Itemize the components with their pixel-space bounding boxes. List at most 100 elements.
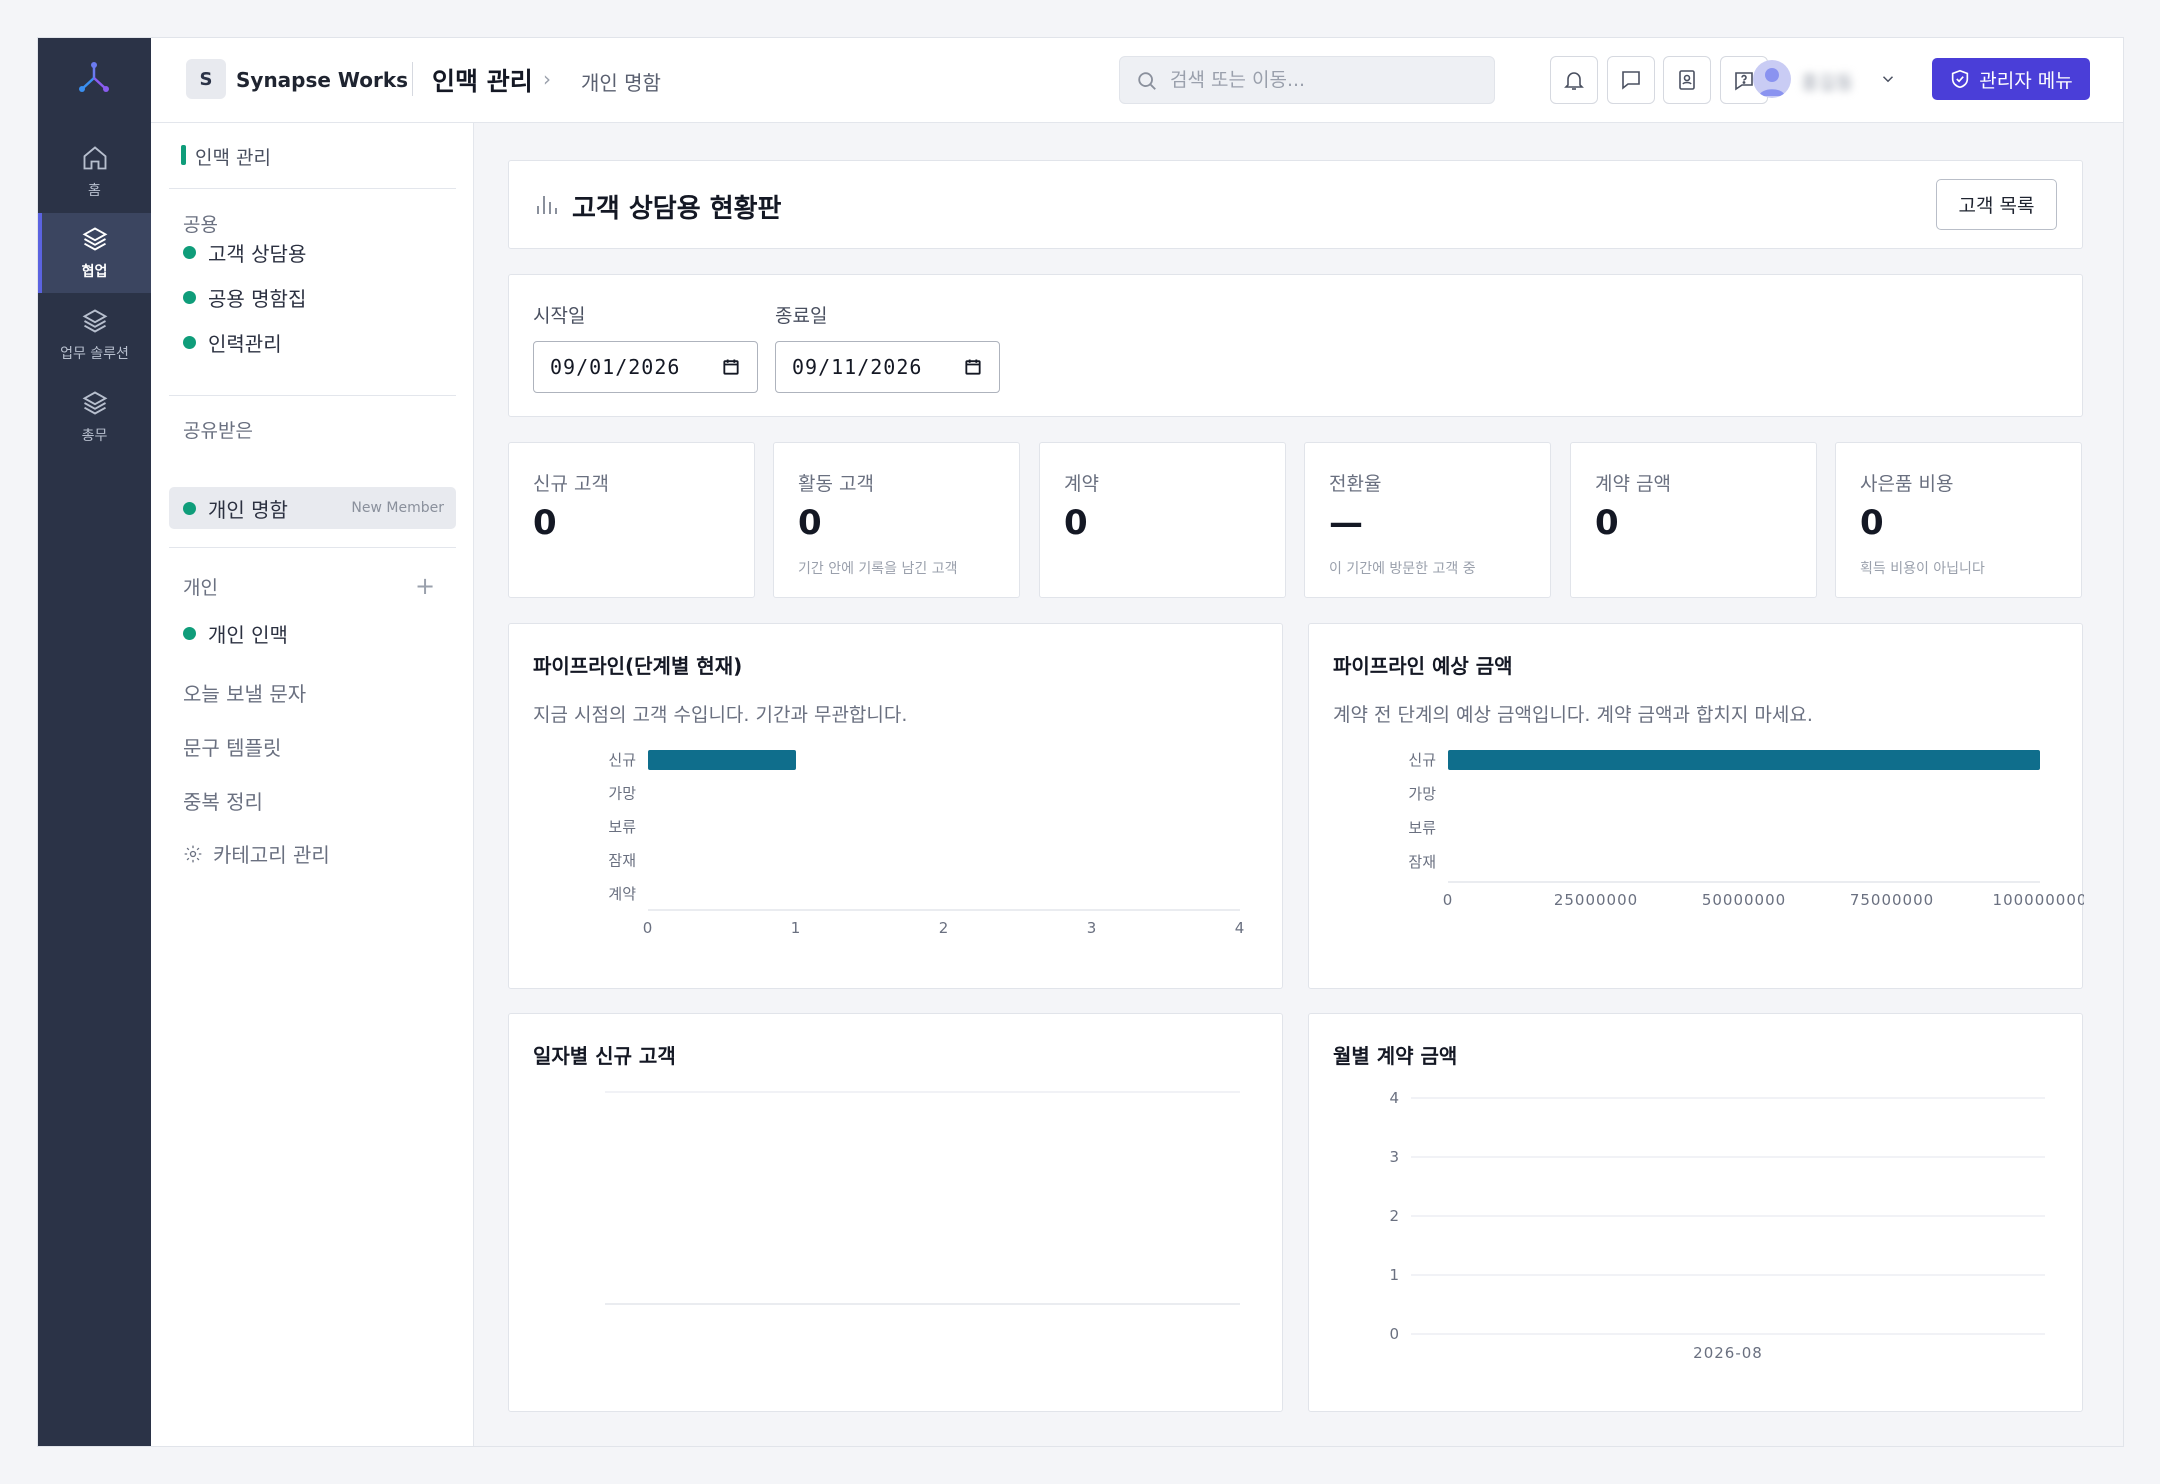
user-icon <box>1759 68 1785 96</box>
page-title: 고객 상담용 현황판 <box>572 194 782 224</box>
stat-label: 신규 고객 <box>533 473 609 495</box>
x-tick-label: 25000000 <box>1554 891 1638 909</box>
status-dot <box>183 501 196 515</box>
start-date-value: 09/01/2026 <box>550 355 681 379</box>
stat-label: 계약 금액 <box>1595 473 1671 495</box>
x-tick-label: 1 <box>791 919 802 937</box>
sidebar-link-templates[interactable]: 문구 템플릿 <box>183 732 281 761</box>
sidebar-item-personal-cards[interactable]: 개인 명함 New Member <box>169 487 456 529</box>
start-date-input[interactable]: 09/01/2026 <box>533 341 758 393</box>
stat-label: 전환율 <box>1329 473 1382 495</box>
home-icon <box>83 146 106 170</box>
customer-list-button[interactable]: 고객 목록 <box>1936 179 2057 230</box>
rail-item-label: 업무 솔루션 <box>60 346 129 362</box>
sidebar: 인맥 관리 공용 고객 상담용 공용 명함집 인력관리 공유받은 개인 명함 Ne… <box>151 123 474 1446</box>
sidebar-link-label: 카테고리 관리 <box>213 843 330 867</box>
new-member-tag: New Member <box>351 500 444 516</box>
shield-icon <box>1952 69 1969 89</box>
search-icon <box>1138 72 1156 90</box>
rail-item-label: 홈 <box>88 183 101 199</box>
sidebar-link-categories[interactable]: 카테고리 관리 <box>183 839 330 868</box>
status-dot <box>183 290 196 304</box>
sidebar-item-customer-consult[interactable]: 고객 상담용 <box>169 231 456 273</box>
stat-card-new-customers: 신규 고객 0 <box>508 442 755 598</box>
bell-icon <box>1564 72 1584 90</box>
stat-subtext: 이 기간에 방문한 고객 중 <box>1329 561 1476 577</box>
y-tick-label: 잠재 <box>1408 853 1436 871</box>
x-tick-label: 100000000 <box>1993 891 2084 909</box>
rail-item-collab[interactable]: 협업 <box>38 213 151 293</box>
x-tick-label: 3 <box>1087 919 1098 937</box>
page-title-card: 고객 상담용 현황판 고객 목록 <box>508 160 2083 249</box>
search-box[interactable] <box>1119 56 1495 104</box>
breadcrumb-current: 개인 명함 <box>581 71 661 95</box>
messages-button[interactable] <box>1607 56 1655 104</box>
contacts-button[interactable] <box>1663 56 1711 104</box>
chart-card-monthly-amount: 월별 계약 금액 0 1 2 3 4 2026-08 <box>1308 1013 2083 1412</box>
divider <box>412 62 413 96</box>
stat-label: 사은품 비용 <box>1860 473 1954 495</box>
end-date-input[interactable]: 09/11/2026 <box>775 341 1000 393</box>
y-tick-label: 신규 <box>608 751 636 769</box>
app-window: 홈 협업 업무 솔루션 총무 S Synapse Works 인맥 관리 › 개… <box>37 37 2124 1447</box>
sidebar-item-shared-cards[interactable]: 공용 명함집 <box>169 276 456 318</box>
end-date-value: 09/11/2026 <box>792 355 923 379</box>
rail-item-general-affairs[interactable]: 총무 <box>38 377 151 457</box>
sidebar-item-label: 개인 명함 <box>208 497 288 522</box>
sidebar-link-today-sms[interactable]: 오늘 보낼 문자 <box>183 678 306 707</box>
gear-icon <box>184 845 202 862</box>
bar-chart-icon <box>537 196 557 214</box>
daily-new-customers-chart <box>605 1091 1240 1305</box>
stat-card-active-customers: 활동 고객 0 기간 안에 기록을 남긴 고객 <box>773 442 1020 598</box>
sidebar-item-label: 고객 상담용 <box>208 241 307 266</box>
x-tick-label: 50000000 <box>1702 891 1786 909</box>
stat-value: 0 <box>1064 503 1088 543</box>
workspace-name[interactable]: Synapse Works <box>236 68 408 92</box>
rail-item-label: 총무 <box>81 428 108 444</box>
pipeline-amount-chart: 신규가망보류잠재 0 25000000 50000000 75000000 1000000… <box>1408 750 2084 909</box>
status-dot <box>183 626 196 640</box>
top-bar: S Synapse Works 인맥 관리 › 개인 명함 홍길동 관리자 메 <box>151 38 2123 123</box>
stat-label: 활동 고객 <box>798 473 874 495</box>
sidebar-group-received: 공유받은 <box>183 420 253 442</box>
user-name[interactable]: 홍길동 <box>1801 68 1853 95</box>
sidebar-item-personal-network[interactable]: 개인 인맥 <box>169 612 456 654</box>
x-tick-label: 75000000 <box>1850 891 1934 909</box>
search-input[interactable] <box>1170 57 1480 103</box>
stat-subtext: 획득 비용이 아닙니다 <box>1860 561 1985 577</box>
y-tick-label: 보류 <box>1408 819 1436 837</box>
stat-subtext: 기간 안에 기록을 남긴 고객 <box>798 561 958 577</box>
sidebar-group-personal: 개인 <box>183 577 218 599</box>
stat-value: 0 <box>533 503 557 543</box>
breadcrumb-main[interactable]: 인맥 관리 <box>432 62 533 98</box>
notifications-button[interactable] <box>1550 56 1598 104</box>
calendar-icon[interactable] <box>963 357 983 377</box>
sidebar-item-label: 인력관리 <box>208 331 282 356</box>
sidebar-header: 인맥 관리 <box>181 143 271 170</box>
y-tick-label: 가망 <box>1408 785 1436 803</box>
stat-card-contracts: 계약 0 <box>1039 442 1286 598</box>
sidebar-link-dedupe[interactable]: 중복 정리 <box>183 786 263 815</box>
y-tick-label: 계약 <box>608 885 636 903</box>
x-tick-label: 2026-08 <box>1693 1344 1763 1362</box>
y-tick-label: 1 <box>1389 1266 1399 1284</box>
chat-icon <box>1622 71 1640 90</box>
app-logo-icon[interactable] <box>76 60 112 96</box>
y-tick-label: 보류 <box>608 818 636 836</box>
avatar[interactable] <box>1753 60 1791 98</box>
rail-item-home[interactable]: 홈 <box>38 132 151 212</box>
x-tick-label: 0 <box>1443 891 1454 909</box>
add-personal-icon[interactable]: + <box>415 574 435 598</box>
sidebar-item-hr[interactable]: 인력관리 <box>169 321 456 363</box>
workspace-badge[interactable]: S <box>186 59 226 99</box>
calendar-icon[interactable] <box>721 357 741 377</box>
layers-icon <box>82 227 107 251</box>
layers-icon <box>82 391 107 415</box>
stat-value: 0 <box>1595 503 1619 543</box>
y-tick-label: 잠재 <box>608 852 636 870</box>
rail-item-solutions[interactable]: 업무 솔루션 <box>38 295 151 375</box>
stat-card-gift-cost: 사은품 비용 0 획득 비용이 아닙니다 <box>1835 442 2082 598</box>
admin-menu-button[interactable]: 관리자 메뉴 <box>1932 58 2090 100</box>
stat-card-conversion: 전환율 — 이 기간에 방문한 고객 중 <box>1304 442 1551 598</box>
chevron-down-icon[interactable] <box>1879 70 1897 88</box>
